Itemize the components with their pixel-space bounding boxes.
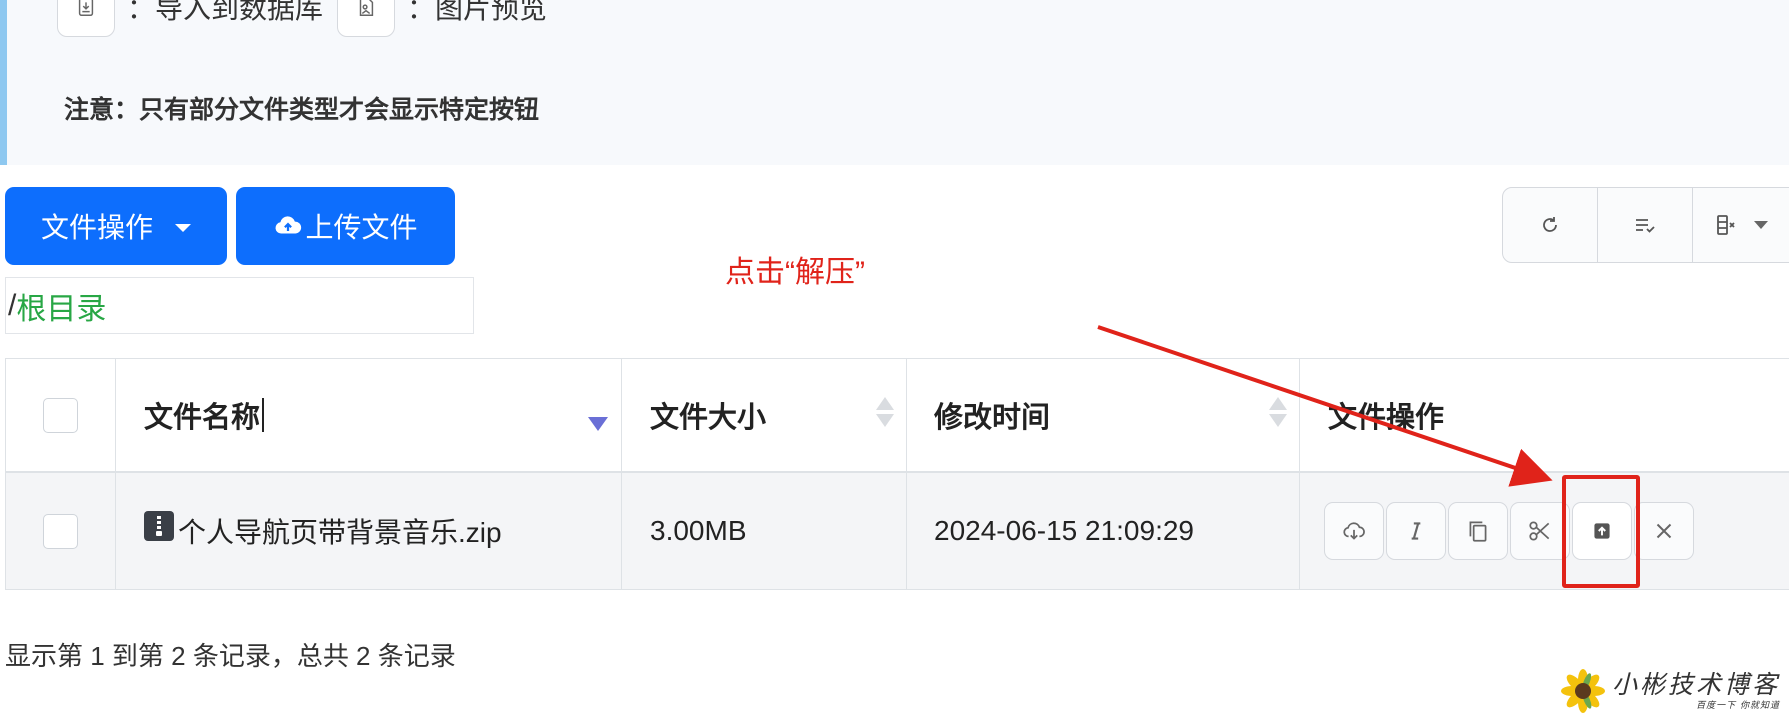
header-modified-label: 修改时间 <box>934 402 1051 434</box>
file-table: 文件名称 文件大小 修改时间 文件操作 个人导航页带背景音乐.zip 3.00M… <box>5 358 1789 590</box>
sunflower-icon <box>1561 669 1605 713</box>
header-size-label: 文件大小 <box>650 402 767 434</box>
chevron-down-icon <box>1753 221 1768 229</box>
cut-icon <box>1529 521 1550 541</box>
row-checkbox[interactable] <box>43 513 78 549</box>
columns-button[interactable] <box>1693 188 1788 262</box>
row-modified-cell: 2024-06-15 21:09:29 <box>906 473 1299 589</box>
annotation-highlight-box <box>1562 475 1640 588</box>
download-button[interactable] <box>1324 502 1384 560</box>
sort-both-icon <box>876 397 894 427</box>
annotation-label: 点击“解压” <box>725 256 865 289</box>
close-icon <box>1656 523 1672 539</box>
pagination-info: 显示第 1 到第 2 条记录，总共 2 条记录 <box>5 641 456 671</box>
button-legend: ：导入到数据库 ：图片预览 <box>57 0 561 38</box>
refresh-icon <box>1543 217 1557 232</box>
image-preview-icon <box>337 0 396 37</box>
cloud-upload-icon <box>275 216 302 234</box>
legend-import-text: ：导入到数据库 <box>127 0 324 24</box>
file-action-buttons <box>1324 502 1696 560</box>
cut-button[interactable] <box>1510 502 1570 560</box>
table-header-row: 文件名称 文件大小 修改时间 文件操作 <box>5 359 1789 473</box>
file-size: 3.00MB <box>650 515 747 546</box>
refresh-button[interactable] <box>1503 188 1598 262</box>
header-name-cell[interactable]: 文件名称 <box>115 359 621 471</box>
table-row: 个人导航页带背景音乐.zip 3.00MB 2024-06-15 21:09:2… <box>5 473 1789 590</box>
import-database-icon <box>57 0 115 37</box>
row-select-cell <box>5 473 115 589</box>
breadcrumb-separator: / <box>8 288 17 322</box>
download-icon <box>1343 522 1365 540</box>
caret-down-icon <box>175 223 191 232</box>
file-name[interactable]: 个人导航页带背景音乐.zip <box>178 511 502 551</box>
watermark-logo: 小彬技术博客 百度一下 你就知道 <box>1560 666 1785 716</box>
row-ops-cell <box>1299 473 1789 589</box>
row-name-cell: 个人导航页带背景音乐.zip <box>115 473 621 589</box>
toggle-view-icon <box>1636 219 1655 233</box>
upload-file-label: 上传文件 <box>305 212 418 243</box>
watermark-title: 小彬技术博客 <box>1612 669 1781 699</box>
file-operations-label: 文件操作 <box>40 212 153 243</box>
breadcrumb: / 根目录 <box>5 277 474 334</box>
copy-button[interactable] <box>1448 502 1508 560</box>
columns-icon <box>1716 215 1735 235</box>
watermark-text: 小彬技术博客 百度一下 你就知道 <box>1612 672 1780 711</box>
header-ops-cell: 文件操作 <box>1299 359 1789 471</box>
header-ops-label: 文件操作 <box>1328 402 1445 434</box>
upload-file-button[interactable]: 上传文件 <box>236 187 455 265</box>
table-tools-group <box>1502 187 1789 263</box>
header-size-cell[interactable]: 文件大小 <box>621 359 906 471</box>
row-size-cell: 3.00MB <box>621 473 906 589</box>
notice-note: 注意：只有部分文件类型才会显示特定按钮 <box>64 96 540 124</box>
rename-icon <box>1411 522 1421 540</box>
select-all-checkbox[interactable] <box>43 397 78 433</box>
rename-button[interactable] <box>1386 502 1446 560</box>
copy-icon <box>1469 521 1487 542</box>
delete-button[interactable] <box>1634 502 1694 560</box>
sort-desc-icon <box>588 417 608 431</box>
header-name-label: 文件名称 <box>144 402 261 434</box>
file-modified-time: 2024-06-15 21:09:29 <box>934 515 1194 546</box>
zip-file-icon <box>144 511 174 541</box>
watermark-subtitle: 百度一下 你就知道 <box>1696 700 1781 711</box>
sort-both-icon <box>1269 397 1287 427</box>
header-select-all-cell <box>5 359 115 471</box>
legend-preview-text: ：图片预览 <box>407 0 548 24</box>
header-modified-cell[interactable]: 修改时间 <box>906 359 1299 471</box>
notice-panel: ：导入到数据库 ：图片预览 注意：只有部分文件类型才会显示特定按钮 <box>0 0 1789 165</box>
breadcrumb-root-link[interactable]: 根目录 <box>16 284 106 328</box>
text-cursor <box>262 398 265 432</box>
file-operations-dropdown-button[interactable]: 文件操作 <box>5 187 227 265</box>
toggle-view-button[interactable] <box>1598 188 1693 262</box>
